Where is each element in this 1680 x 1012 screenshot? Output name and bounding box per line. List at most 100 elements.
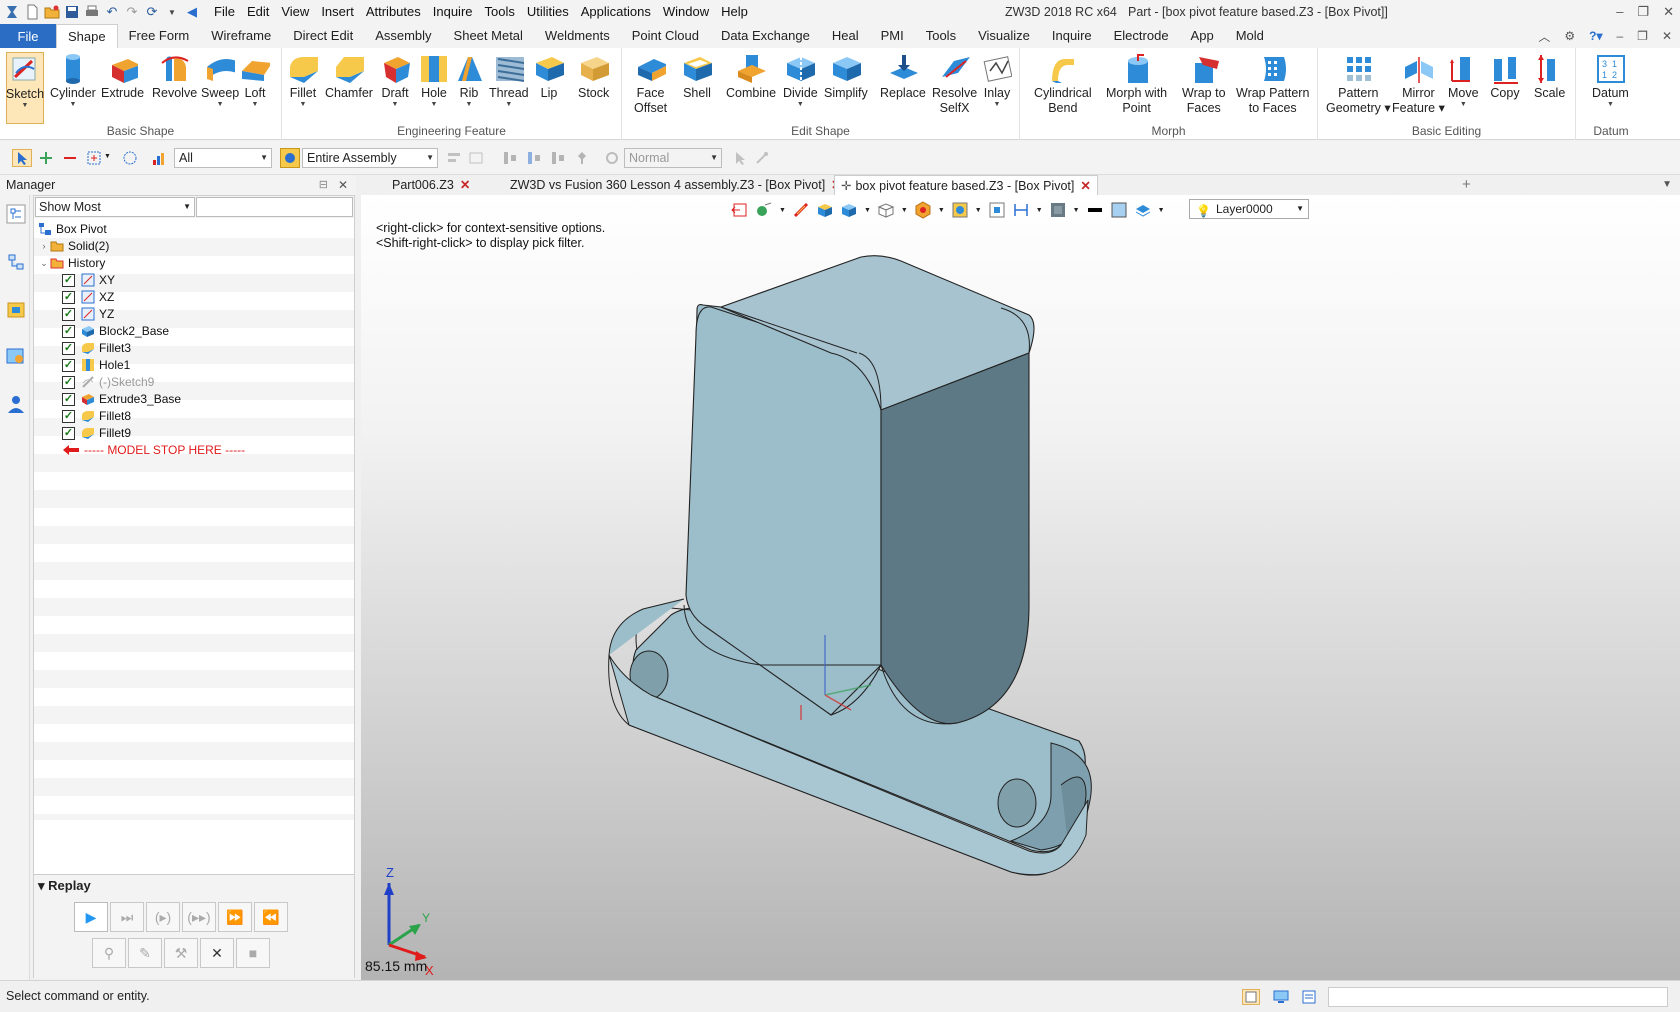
section-view-icon[interactable] [951, 201, 969, 219]
view-orientation-icon[interactable] [877, 201, 895, 219]
render-icon[interactable] [914, 201, 932, 219]
scale-button[interactable]: Scale [1534, 52, 1565, 101]
mode-gear-icon[interactable] [604, 150, 620, 166]
thread-button[interactable]: Thread ▼ [489, 52, 529, 109]
replay-play-icon[interactable]: ▶ [74, 902, 108, 932]
distribute-icon-2[interactable] [526, 150, 542, 166]
tree-item-xz[interactable]: ✓ XZ [62, 288, 114, 306]
replay-header[interactable]: ▾ Replay [34, 874, 354, 896]
regen-icon[interactable]: ⟳ [144, 4, 160, 20]
simplify-button[interactable]: Simplify [824, 52, 868, 101]
tree-item-hole1[interactable]: ✓ Hole1 [62, 356, 130, 374]
save-icon[interactable] [64, 4, 80, 20]
tab-electrode[interactable]: Electrode [1103, 24, 1180, 48]
resolve-selfx-button[interactable]: Resolve SelfX [932, 52, 977, 116]
wrap-pattern-button[interactable]: Wrap Pattern to Faces [1236, 52, 1309, 116]
cylinder-button[interactable]: Cylinder ▼ [50, 52, 96, 109]
exit-view-icon[interactable] [731, 201, 749, 219]
qa-dropdown-icon[interactable]: ▼ [164, 4, 180, 20]
layer-select[interactable]: 💡 Layer0000 ▼ [1189, 199, 1309, 219]
query-entities-icon[interactable] [755, 201, 773, 219]
open-file-icon[interactable] [44, 4, 60, 20]
sketch-button[interactable]: Sketch ▼ [6, 52, 44, 124]
tab-inquire[interactable]: Inquire [1041, 24, 1103, 48]
menu-inquire[interactable]: Inquire [427, 0, 479, 24]
help-icon[interactable]: ?▾ [1589, 29, 1602, 43]
face-color-icon[interactable] [1110, 201, 1128, 219]
shell-button[interactable]: Shell [682, 52, 712, 101]
hole-button[interactable]: Hole ▼ [419, 52, 449, 109]
new-file-icon[interactable] [24, 4, 40, 20]
visibility-checkbox[interactable]: ✓ [62, 409, 75, 423]
pattern-geometry-button[interactable]: Pattern Geometry ▾ [1326, 52, 1391, 116]
print-icon[interactable] [84, 4, 100, 20]
wrap-to-faces-button[interactable]: Wrap to Faces [1182, 52, 1226, 116]
revolve-button[interactable]: Revolve [152, 52, 197, 101]
filter-funnel-icon[interactable] [152, 150, 168, 166]
tree-item-extrude3-base[interactable]: ✓ Extrude3_Base [62, 390, 181, 408]
menu-file[interactable]: File [208, 0, 241, 24]
status-view-icon-1[interactable] [1242, 989, 1260, 1005]
view-manager-icon[interactable] [5, 345, 27, 367]
tree-item-fillet9[interactable]: ✓ Fillet9 [62, 424, 131, 442]
visibility-checkbox[interactable]: ✓ [62, 392, 75, 406]
menu-attributes[interactable]: Attributes [360, 0, 427, 24]
layer-shape-icon[interactable] [1134, 201, 1152, 219]
tree-history[interactable]: ⌄ History [38, 254, 105, 272]
pick-select-icon[interactable] [12, 149, 32, 167]
visibility-checkbox[interactable]: ✓ [62, 375, 75, 389]
close-tab-icon[interactable]: ✕ [1080, 179, 1090, 193]
replay-cancel-icon[interactable]: ✕ [200, 938, 234, 968]
tree-item-sketch9[interactable]: ✓ (-)Sketch9 [62, 373, 154, 391]
tab-sheet-metal[interactable]: Sheet Metal [443, 24, 534, 48]
back-arrow-icon[interactable]: ◀ [184, 4, 200, 20]
model-stop-marker[interactable]: ----- MODEL STOP HERE ----- [62, 441, 245, 459]
file-tab[interactable]: File [0, 24, 56, 48]
close-tab-icon[interactable]: ✕ [460, 178, 470, 192]
scope-select[interactable]: Entire Assembly ▼ [302, 148, 438, 168]
doc-tab-lesson4-assembly[interactable]: ZW3D vs Fusion 360 Lesson 4 assembly.Z3 … [504, 175, 848, 195]
align-icon-2[interactable] [468, 150, 484, 166]
replay-link-icon[interactable]: ⚲ [92, 938, 126, 968]
morph-with-point-button[interactable]: Morph with Point [1106, 52, 1167, 116]
replay-step-icon[interactable]: ⏭ [110, 902, 144, 932]
tree-item-xy[interactable]: ✓ XY [62, 271, 115, 289]
visibility-checkbox[interactable]: ✓ [62, 307, 75, 321]
rib-button[interactable]: Rib ▼ [454, 52, 484, 109]
visibility-checkbox[interactable]: ✓ [62, 341, 75, 355]
doc-restore-icon[interactable]: ❐ [1637, 29, 1648, 43]
menu-insert[interactable]: Insert [315, 0, 360, 24]
menu-tools[interactable]: Tools [479, 0, 521, 24]
tree-solid[interactable]: › Solid(2) [38, 237, 110, 255]
app-logo-icon[interactable] [4, 4, 20, 20]
menu-applications[interactable]: Applications [575, 0, 657, 24]
close-panel-icon[interactable]: ✕ [338, 175, 348, 195]
filter-select[interactable]: All ▼ [174, 148, 272, 168]
visibility-checkbox[interactable]: ✓ [62, 426, 75, 440]
status-view-icon-2[interactable] [1272, 989, 1290, 1005]
extrude-button[interactable]: Extrude [101, 52, 144, 101]
new-tab-icon[interactable]: + [1462, 175, 1471, 195]
fillet-button[interactable]: Fillet ▼ [288, 52, 318, 109]
sweep-button[interactable]: Sweep ▼ [201, 52, 239, 109]
tree-item-yz[interactable]: ✓ YZ [62, 305, 114, 323]
shaded-box-icon[interactable] [816, 201, 834, 219]
tab-pmi[interactable]: PMI [870, 24, 915, 48]
inlay-button[interactable]: Inlay ▼ [982, 52, 1012, 109]
lasso-select-icon[interactable] [122, 150, 138, 166]
lip-button[interactable]: Lip [534, 52, 564, 101]
replay-run-icon[interactable]: ⚒ [164, 938, 198, 968]
doc-tab-box-pivot[interactable]: ✛ box pivot feature based.Z3 - [Box Pivot… [834, 175, 1098, 195]
add-plus-icon[interactable] [38, 150, 54, 166]
pin-tab-icon[interactable]: ✛ [841, 179, 851, 193]
line-color-icon[interactable] [1086, 201, 1104, 219]
measure-icon[interactable] [792, 201, 810, 219]
user-manager-icon[interactable] [5, 393, 27, 415]
face-offset-button[interactable]: Face Offset [634, 52, 667, 116]
tab-data-exchange[interactable]: Data Exchange [710, 24, 821, 48]
collapse-ribbon-icon[interactable]: ︿ [1538, 28, 1550, 45]
history-manager-icon[interactable] [5, 203, 27, 225]
replay-fast-forward-icon[interactable]: ⏩ [218, 902, 252, 932]
menu-view[interactable]: View [275, 0, 315, 24]
visibility-checkbox[interactable]: ✓ [62, 324, 75, 338]
